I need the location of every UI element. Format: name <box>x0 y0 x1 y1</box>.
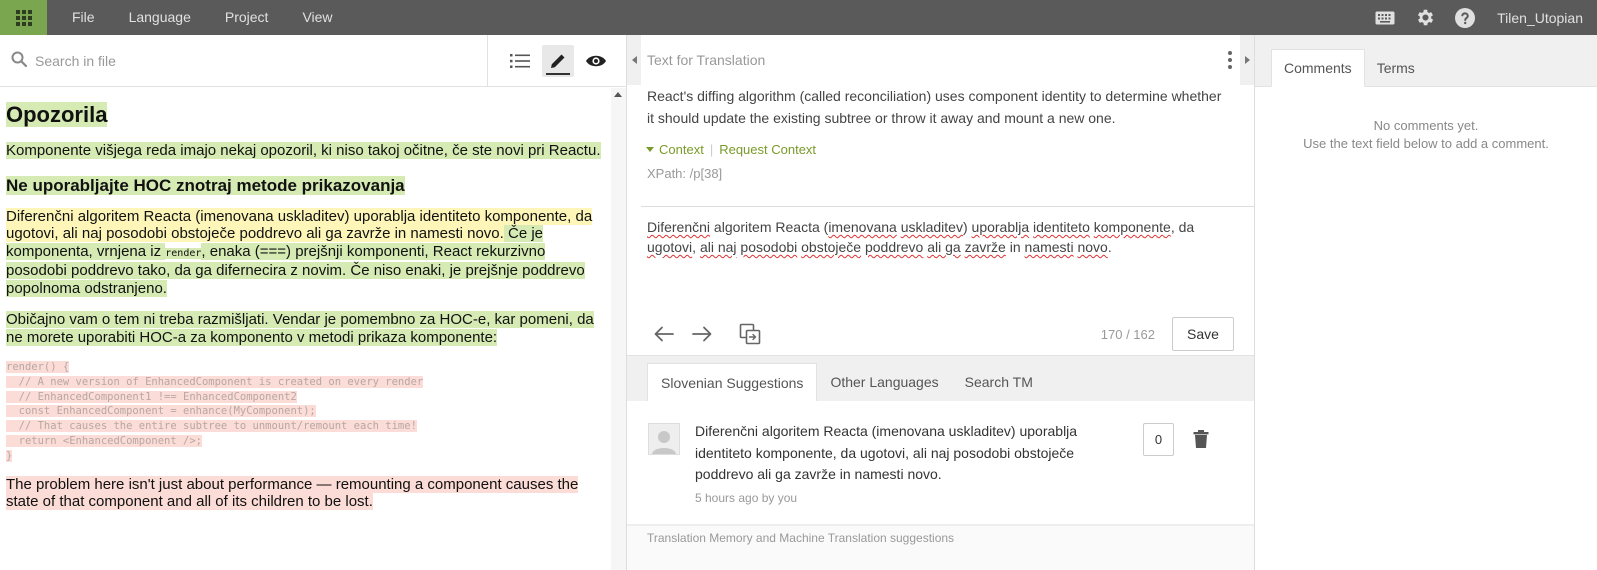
main-menu: File Language Project View <box>55 0 350 35</box>
empty-comments-message: No comments yet. Use the text field belo… <box>1255 117 1597 153</box>
suggestion-text[interactable]: Diferenčni algoritem Reacta (imenovana u… <box>695 421 1110 486</box>
tab-other-languages[interactable]: Other Languages <box>817 363 951 401</box>
menu-project[interactable]: Project <box>208 0 286 35</box>
tab-slovenian-suggestions[interactable]: Slovenian Suggestions <box>647 363 818 401</box>
doc-paragraph-2[interactable]: Diferenčni algoritem Reacta (imenovana u… <box>6 207 605 298</box>
edit-mode-button[interactable] <box>542 44 574 77</box>
arrow-left-icon[interactable] <box>652 322 676 346</box>
scrollbar[interactable] <box>611 88 626 570</box>
list-icon <box>510 53 530 68</box>
scroll-up-arrow-icon[interactable] <box>614 92 622 97</box>
doc-paragraph-3[interactable]: Običajno vam o tem ni treba razmišljati.… <box>6 311 605 346</box>
avatar <box>648 423 680 455</box>
suggestion-meta: 5 hours ago by you <box>695 491 798 505</box>
menu-language[interactable]: Language <box>112 0 208 35</box>
doc-heading-2[interactable]: Ne uporabljajte HOC znotraj metode prika… <box>6 174 605 198</box>
source-header: Text for Translation <box>641 35 1254 85</box>
tm-section-label: Translation Memory and Machine Translati… <box>647 531 955 545</box>
collapse-left-button[interactable] <box>627 35 641 85</box>
pencil-icon <box>551 54 565 68</box>
keyboard-icon[interactable] <box>1374 7 1396 29</box>
preview-mode-button[interactable] <box>580 45 612 77</box>
empty-comments-line-2: Use the text field below to add a commen… <box>1303 136 1549 151</box>
doc-heading-1[interactable]: Opozorila <box>6 100 605 130</box>
menu-file[interactable]: File <box>55 0 112 35</box>
save-button[interactable]: Save <box>1172 317 1234 351</box>
request-context-link[interactable]: Request Context <box>719 142 816 157</box>
gear-icon[interactable] <box>1414 7 1436 29</box>
vote-count[interactable]: 0 <box>1143 423 1174 456</box>
empty-comments-line-1: No comments yet. <box>1373 118 1479 133</box>
trash-icon[interactable] <box>1193 430 1209 451</box>
doc-code-block[interactable]: render() { // A new version of EnhancedC… <box>6 360 605 464</box>
file-preview-panel: Opozorila Komponente višjega reda imajo … <box>0 34 627 570</box>
context-row: Context | Request Context <box>641 142 1254 157</box>
caret-left-icon <box>631 56 637 64</box>
context-toggle[interactable]: Context <box>659 142 704 157</box>
grid-icon <box>15 9 32 26</box>
doc-paragraph-1[interactable]: Komponente višjega reda imajo nekaj opoz… <box>6 142 605 160</box>
separator: | <box>709 142 714 157</box>
tab-terms[interactable]: Terms <box>1365 49 1427 87</box>
tab-comments[interactable]: Comments <box>1271 49 1365 87</box>
caret-down-icon <box>646 147 654 152</box>
editor-toolbar: 170 / 162 Save <box>641 313 1254 355</box>
search-input[interactable] <box>35 52 475 69</box>
comments-panel: Comments Terms No comments yet. Use the … <box>1254 35 1597 570</box>
suggestion-tabs: Slovenian Suggestions Other Languages Se… <box>627 355 1254 401</box>
character-counter: 170 / 162 <box>1100 326 1155 342</box>
source-header-label: Text for Translation <box>647 52 766 68</box>
doc-paragraph-4[interactable]: The problem here isn't just about perfor… <box>6 475 605 511</box>
comments-tabs: Comments Terms <box>1255 35 1597 87</box>
divider <box>641 206 1254 207</box>
more-options-icon[interactable] <box>1228 51 1232 69</box>
copy-source-icon[interactable] <box>738 322 762 346</box>
translation-panel: Text for Translation React's diffing alg… <box>627 35 1254 570</box>
translation-editor[interactable]: Diferenčni algoritem Reacta (imenovana u… <box>647 217 1237 257</box>
list-view-button[interactable] <box>504 45 536 77</box>
help-icon[interactable] <box>1454 7 1476 29</box>
source-text: React's diffing algorithm (called reconc… <box>647 88 1222 126</box>
view-tools <box>487 34 626 87</box>
file-search-bar <box>0 34 626 87</box>
top-bar: File Language Project View Tilen_Utopian <box>0 0 1597 35</box>
suggestion-item[interactable]: Diferenčni algoritem Reacta (imenovana u… <box>627 401 1254 525</box>
xpath-label: XPath: /p[38] <box>647 166 723 181</box>
username[interactable]: Tilen_Utopian <box>1497 10 1583 26</box>
document-preview: Opozorila Komponente višjega reda imajo … <box>0 88 611 570</box>
tab-search-tm[interactable]: Search TM <box>952 363 1046 401</box>
apps-menu-button[interactable] <box>0 0 47 35</box>
search-icon <box>11 51 28 70</box>
topbar-right: Tilen_Utopian <box>1365 0 1597 35</box>
arrow-right-icon[interactable] <box>690 322 714 346</box>
menu-view[interactable]: View <box>285 0 349 35</box>
eye-icon <box>586 55 606 66</box>
